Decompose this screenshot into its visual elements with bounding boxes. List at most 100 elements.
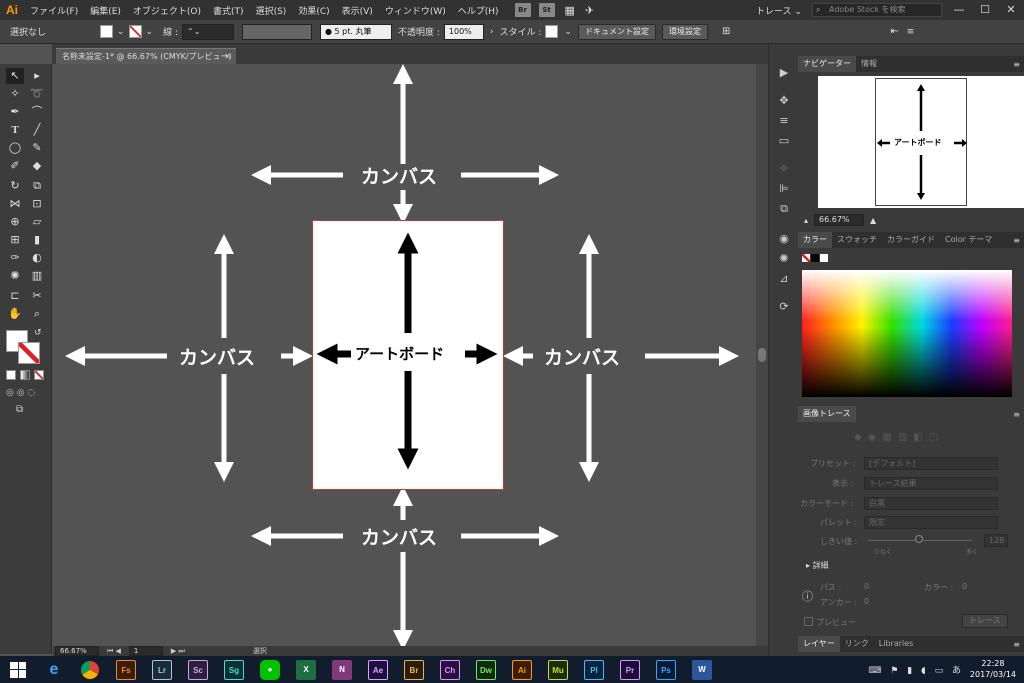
clock[interactable]: 22:28 2017/03/14 xyxy=(970,658,1016,680)
first-page-icon[interactable]: ⏮ ◀ xyxy=(107,647,121,656)
symbol-sprayer-icon[interactable]: ✺ xyxy=(6,268,24,284)
taskbar-app-lr-icon[interactable]: Lr xyxy=(144,656,180,683)
screen-mode-icon[interactable]: ⧉ xyxy=(16,404,23,415)
opacity-input[interactable]: 100% xyxy=(443,23,484,40)
align-icon[interactable]: ⊞ xyxy=(722,26,730,37)
type-tool-icon[interactable]: T xyxy=(6,122,24,138)
threshold-input[interactable]: 128 xyxy=(984,534,1008,547)
color-mode-icon[interactable] xyxy=(6,370,16,380)
lasso-icon[interactable]: ➰ xyxy=(28,86,46,102)
fill-swatch[interactable] xyxy=(100,25,113,38)
artboard[interactable]: アートボード xyxy=(312,220,504,490)
arrange-documents-icon[interactable]: ▦ xyxy=(565,4,575,17)
trace-palette-select[interactable]: 限定 xyxy=(864,516,998,529)
tab-image-trace[interactable]: 画像トレース xyxy=(798,406,856,422)
internet-explorer-icon[interactable]: e xyxy=(36,656,72,683)
preferences-button[interactable]: 環境設定 xyxy=(661,23,708,40)
vertical-scrollbar[interactable] xyxy=(756,64,768,646)
scale-tool-icon[interactable]: ⧉ xyxy=(28,178,46,194)
pathfinder-icon[interactable]: ⧉ xyxy=(777,202,791,216)
taskbar-app-mu-icon[interactable]: Mu xyxy=(540,656,576,683)
taskbar-app-sg-icon[interactable]: Sg xyxy=(216,656,252,683)
tab-color[interactable]: カラー xyxy=(798,232,832,248)
ellipse-tool-icon[interactable]: ◯ xyxy=(6,140,24,156)
close-button[interactable]: ✕ xyxy=(998,0,1024,20)
slice-tool-icon[interactable]: ✂ xyxy=(28,288,46,304)
panel-menu-icon[interactable]: ≡ xyxy=(1013,640,1020,649)
brush-select[interactable]: ● 5 pt. 丸筆 xyxy=(320,23,392,40)
properties-icon[interactable]: ≡ xyxy=(777,114,791,128)
blend-tool-icon[interactable]: ◐ xyxy=(28,250,46,266)
tab-layers[interactable]: レイヤー xyxy=(798,636,840,652)
eyedropper-icon[interactable]: ✑ xyxy=(6,250,24,266)
stock-search-input[interactable]: ⌕ Adobe Stock を検索 xyxy=(812,3,942,17)
workspace-switcher[interactable]: トレース ⌄ xyxy=(756,4,802,17)
curvature-tool-icon[interactable]: ⌒ xyxy=(28,104,46,120)
bridge-button[interactable]: Br xyxy=(514,3,531,17)
rotate-tool-icon[interactable]: ↻ xyxy=(6,178,24,194)
shape-builder-icon[interactable]: ⊕ xyxy=(6,214,24,230)
tab-info[interactable]: 情報 xyxy=(856,56,882,72)
width-tool-icon[interactable]: ⋈ xyxy=(6,196,24,212)
stroke-panel-icon[interactable]: ▭ xyxy=(777,134,791,148)
taskbar-app-pr-icon[interactable]: Pr xyxy=(612,656,648,683)
windows-start-icon[interactable] xyxy=(0,656,36,683)
trace-preset-select[interactable]: [デフォルト] xyxy=(864,457,998,470)
next-page-icon[interactable]: ▶ ⏭ xyxy=(171,647,185,656)
menu-view[interactable]: 表示(V) xyxy=(336,4,379,17)
panel-menu-icon[interactable]: ≡ xyxy=(1013,236,1020,245)
menu-select[interactable]: 選択(S) xyxy=(250,4,293,17)
tab-libraries[interactable]: Libraries xyxy=(874,636,919,652)
paintbrush-icon[interactable]: ✎ xyxy=(28,140,46,156)
chrome-icon[interactable] xyxy=(72,656,108,683)
taskbar-app-ps-icon[interactable]: Ps xyxy=(648,656,684,683)
hand-tool-icon[interactable]: ✋ xyxy=(6,306,24,322)
system-tray[interactable]: ⌨ ⚑ ▮ ◖ ▭ あ xyxy=(868,663,964,676)
gradient-tool-icon[interactable]: ▮ xyxy=(28,232,46,248)
eraser-icon[interactable]: ◆ xyxy=(28,158,46,174)
none-mode-icon[interactable] xyxy=(34,370,44,380)
chevron-down-icon[interactable]: ⌄ xyxy=(117,27,125,37)
canvas-area[interactable]: アートボード カンバス カンバス カンバス カンバス xyxy=(53,64,767,646)
taskbar-app-br-icon[interactable]: Br xyxy=(396,656,432,683)
symbols-icon[interactable]: ⊿ xyxy=(777,272,791,286)
none-swatch[interactable] xyxy=(802,254,810,262)
navigator-zoom-input[interactable]: 66.67% xyxy=(814,214,865,226)
color-spectrum[interactable] xyxy=(802,270,1012,397)
play-icon[interactable]: ▶ xyxy=(777,66,791,80)
threshold-thumb[interactable] xyxy=(915,535,923,543)
taskbar-app-ai-icon[interactable]: Ai xyxy=(504,656,540,683)
swap-colors-icon[interactable]: ↺ xyxy=(34,328,42,338)
zoom-select[interactable]: 66.67% xyxy=(55,646,99,656)
scroll-thumb[interactable] xyxy=(758,348,766,362)
appearance-icon[interactable]: ◉ xyxy=(777,232,791,246)
perspective-grid-icon[interactable]: ▱ xyxy=(28,214,46,230)
chevron-down-icon[interactable]: ⌄ xyxy=(564,27,572,37)
taskbar-app-pl-icon[interactable]: Pl xyxy=(576,656,612,683)
preview-checkbox[interactable] xyxy=(804,617,813,626)
chevron-right-icon[interactable]: › xyxy=(490,27,494,37)
tab-color-guide[interactable]: カラーガイド xyxy=(882,232,940,248)
direct-selection-tool-icon[interactable]: ▸ xyxy=(28,68,46,84)
mesh-tool-icon[interactable]: ⊞ xyxy=(6,232,24,248)
artboard-tool-icon[interactable]: ⊏ xyxy=(6,288,24,304)
trace-button[interactable]: トレース xyxy=(962,614,1008,628)
white-swatch[interactable] xyxy=(820,254,828,262)
magic-wand-icon[interactable]: ✧ xyxy=(6,86,24,102)
trace-view-select[interactable]: トレース結果 xyxy=(864,477,998,490)
zoom-tool-icon[interactable]: ⌕ xyxy=(28,306,46,322)
draw-mode-icon[interactable]: ◎ ◎ ◌ xyxy=(6,388,35,398)
menu-window[interactable]: ウィンドウ(W) xyxy=(379,4,452,17)
asset-export-icon[interactable]: ⟳ xyxy=(777,300,791,314)
menu-help[interactable]: ヘルプ(H) xyxy=(452,4,505,17)
trace-mode-select[interactable]: 白黒 xyxy=(864,497,998,510)
menu-effect[interactable]: 効果(C) xyxy=(292,4,335,17)
taskbar-app-sc-icon[interactable]: Sc xyxy=(180,656,216,683)
menu-type[interactable]: 書式(T) xyxy=(207,4,250,17)
minimize-button[interactable]: — xyxy=(946,0,972,20)
puppet-icon[interactable]: ✥ xyxy=(777,94,791,108)
transform-icon[interactable]: ⇤ xyxy=(890,26,898,37)
tab-swatches[interactable]: スウォッチ xyxy=(832,232,882,248)
stroke-color-box[interactable] xyxy=(18,342,40,364)
panel-menu-icon[interactable]: ≡ xyxy=(1013,60,1020,69)
